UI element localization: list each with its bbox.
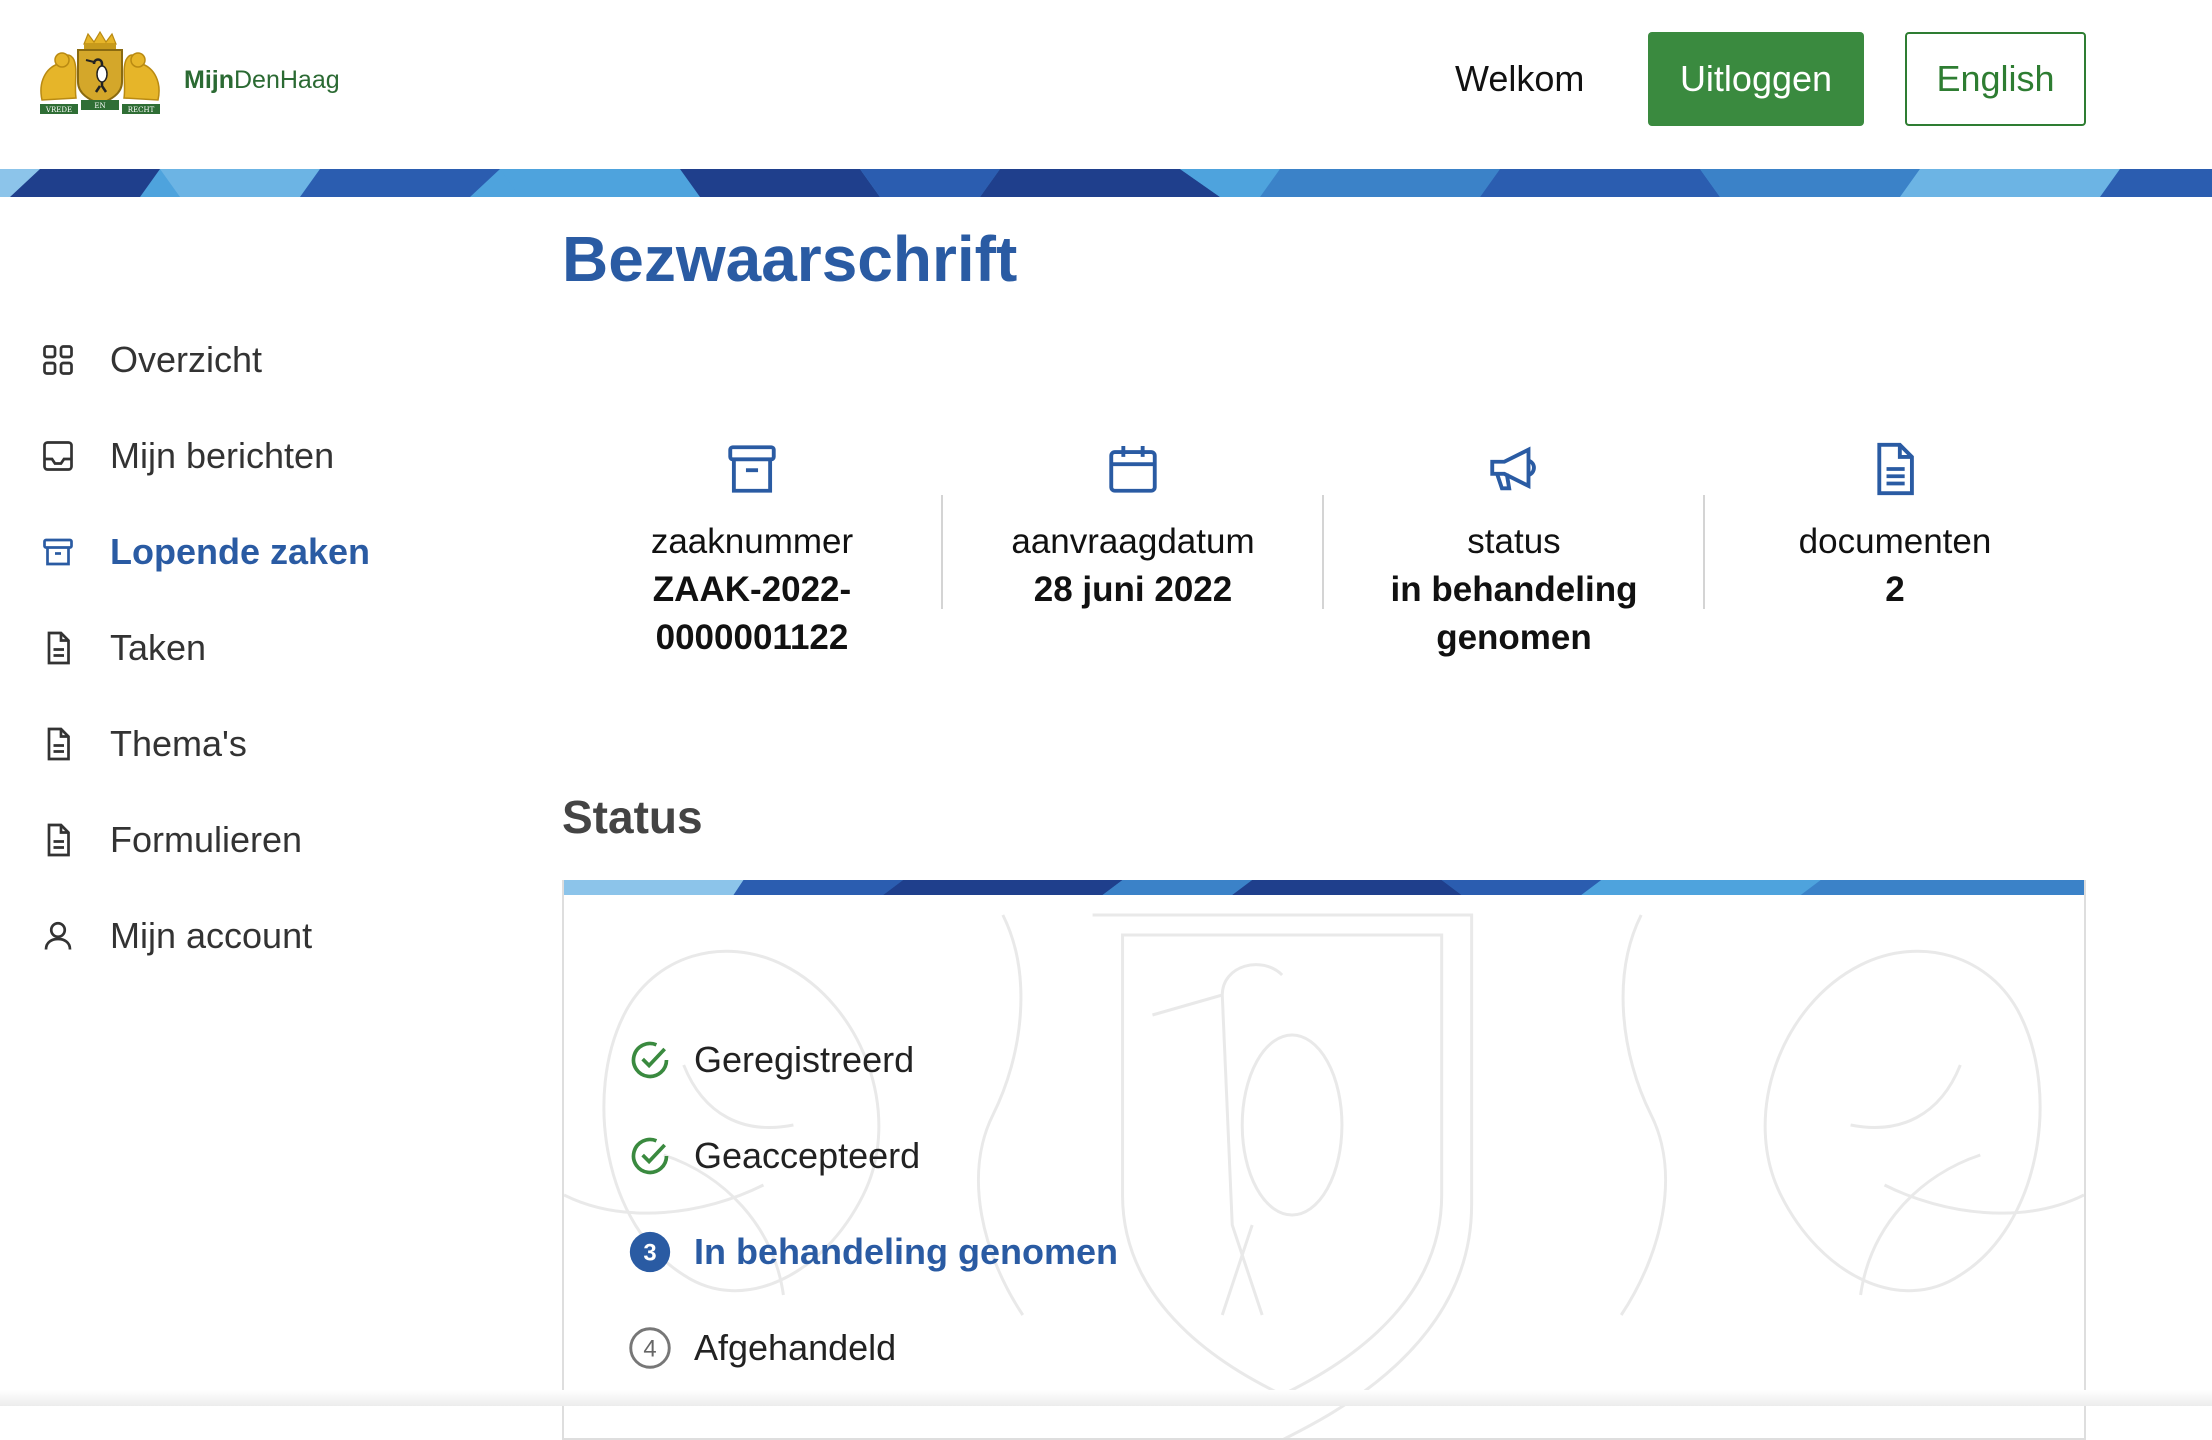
sidebar-item-taken[interactable]: Taken [40,618,206,678]
header: VREDE EN RECHT MijnDenHaag Welkom Uitlog… [0,0,2212,169]
logo-text-bold: Mijn [184,66,234,94]
meta-value-line: genomen [1436,618,1592,657]
user-icon [44,921,72,950]
status-step-label: In behandeling genomen [694,1231,1119,1272]
meta-value-line: ZAAK-2022- [652,570,852,609]
meta-label: zaaknummer [650,522,854,561]
meta-label: documenten [1798,522,1992,561]
status-step-in-behandeling: 3 In behandeling genomen [628,1227,1118,1277]
archive-icon [43,538,73,566]
document-icon [47,631,70,665]
meta-value-line: 2 [1885,570,1905,609]
inbox-icon [43,441,73,471]
status-step-geaccepteerd: Geaccepteerd [628,1131,920,1181]
number-3-circle-icon: 3 [629,1231,671,1273]
logo-motto-en: EN [94,102,105,110]
sidebar-item-mijn-account[interactable]: Mijn account [40,906,312,966]
megaphone-icon [1490,446,1536,491]
den-haag-coat-of-arms-logo[interactable]: VREDE EN RECHT [36,30,164,120]
status-step-label: Afgehandeld [694,1327,897,1368]
welcome-text: Welkom [1455,58,1585,99]
sidebar-item-overzicht[interactable]: Overzicht [40,330,262,390]
meta-documenten[interactable]: documenten 2 [1705,440,2085,614]
sidebar-item-lopende-zaken[interactable]: Lopende zaken [40,522,370,582]
document-icon [47,823,70,857]
document-icon [47,727,70,761]
page-title: Bezwaarschrift [562,223,1018,295]
sidebar-item-label: Overzicht [110,339,263,380]
status-section-title: Status [562,791,703,843]
sidebar-item-label: Lopende zaken [110,531,371,572]
bottom-shade [0,1390,2212,1406]
status-step-geregistreerd: Geregistreerd [628,1035,914,1085]
archive-icon [728,445,776,493]
logout-button[interactable]: Uitloggen [1648,32,1864,126]
step-number: 3 [643,1239,656,1266]
sidebar-item-label: Mijn berichten [110,435,335,476]
meta-status: status in behandeling genomen [1324,440,1704,662]
grid-icon [43,345,73,375]
language-switch-button[interactable]: English [1905,32,2086,126]
status-step-label: Geregistreerd [694,1039,915,1080]
sidebar-item-label: Mijn account [110,915,313,956]
logo-text[interactable]: MijnDenHaag [184,66,340,95]
logo-motto-recht: RECHT [128,106,155,114]
sidebar-item-label: Thema's [110,723,247,764]
meta-value-line: 0000001122 [655,618,849,657]
calendar-icon [1109,446,1157,493]
check-circle-icon [631,1137,669,1175]
status-step-label: Geaccepteerd [694,1135,921,1176]
sidebar-item-label: Formulieren [110,819,303,860]
logo-motto-vrede: VREDE [45,106,72,114]
meta-value-line: 28 juni 2022 [1033,570,1233,609]
step-number: 4 [643,1335,656,1362]
document-icon [1877,442,1914,496]
meta-zaaknummer: zaaknummer ZAAK-2022- 0000001122 [562,440,942,662]
logo-text-regular: DenHaag [234,66,340,94]
status-card: Geregistreerd Geaccepteerd 3 In behandel… [562,880,2086,1440]
sidebar-item-label: Taken [110,627,207,668]
meta-value-line: in behandeling [1390,570,1638,609]
decorative-card-stripe [564,880,2084,895]
check-circle-icon [631,1041,669,1079]
decorative-banner [0,169,2212,197]
meta-aanvraagdatum: aanvraagdatum 28 juni 2022 [943,440,1323,614]
status-step-afgehandeld: 4 Afgehandeld [628,1323,896,1373]
number-4-circle-icon: 4 [629,1327,671,1369]
meta-label: status [1467,522,1561,561]
sidebar-item-formulieren[interactable]: Formulieren [40,810,302,870]
sidebar-item-themas[interactable]: Thema's [40,714,247,774]
sidebar-item-mijn-berichten[interactable]: Mijn berichten [40,426,334,486]
meta-label: aanvraagdatum [1011,522,1255,561]
